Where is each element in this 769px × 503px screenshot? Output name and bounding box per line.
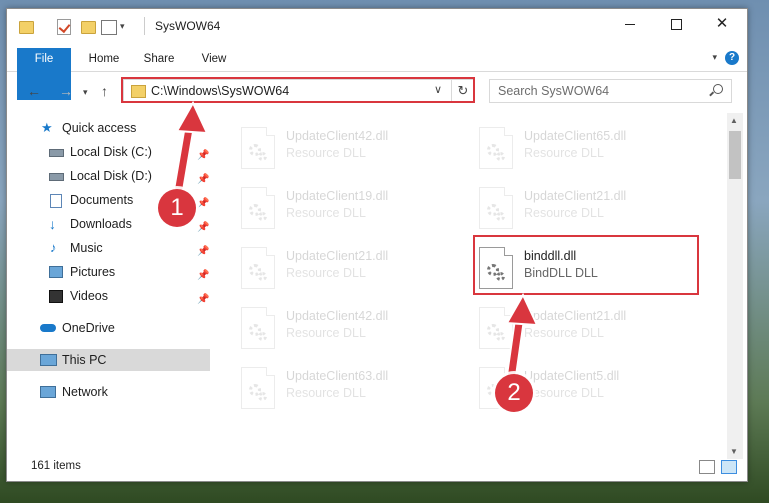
annotation-arrow-2 [505, 292, 539, 380]
file-explorer-window: ▾ SysWOW64 ✕ File Home Share View ▾ ? ← … [6, 8, 748, 482]
step-2-badge: 2 [495, 374, 533, 412]
annotation-arrow-1 [171, 100, 209, 200]
step-1-badge: 1 [158, 189, 196, 227]
annotation-arrows [171, 100, 539, 380]
